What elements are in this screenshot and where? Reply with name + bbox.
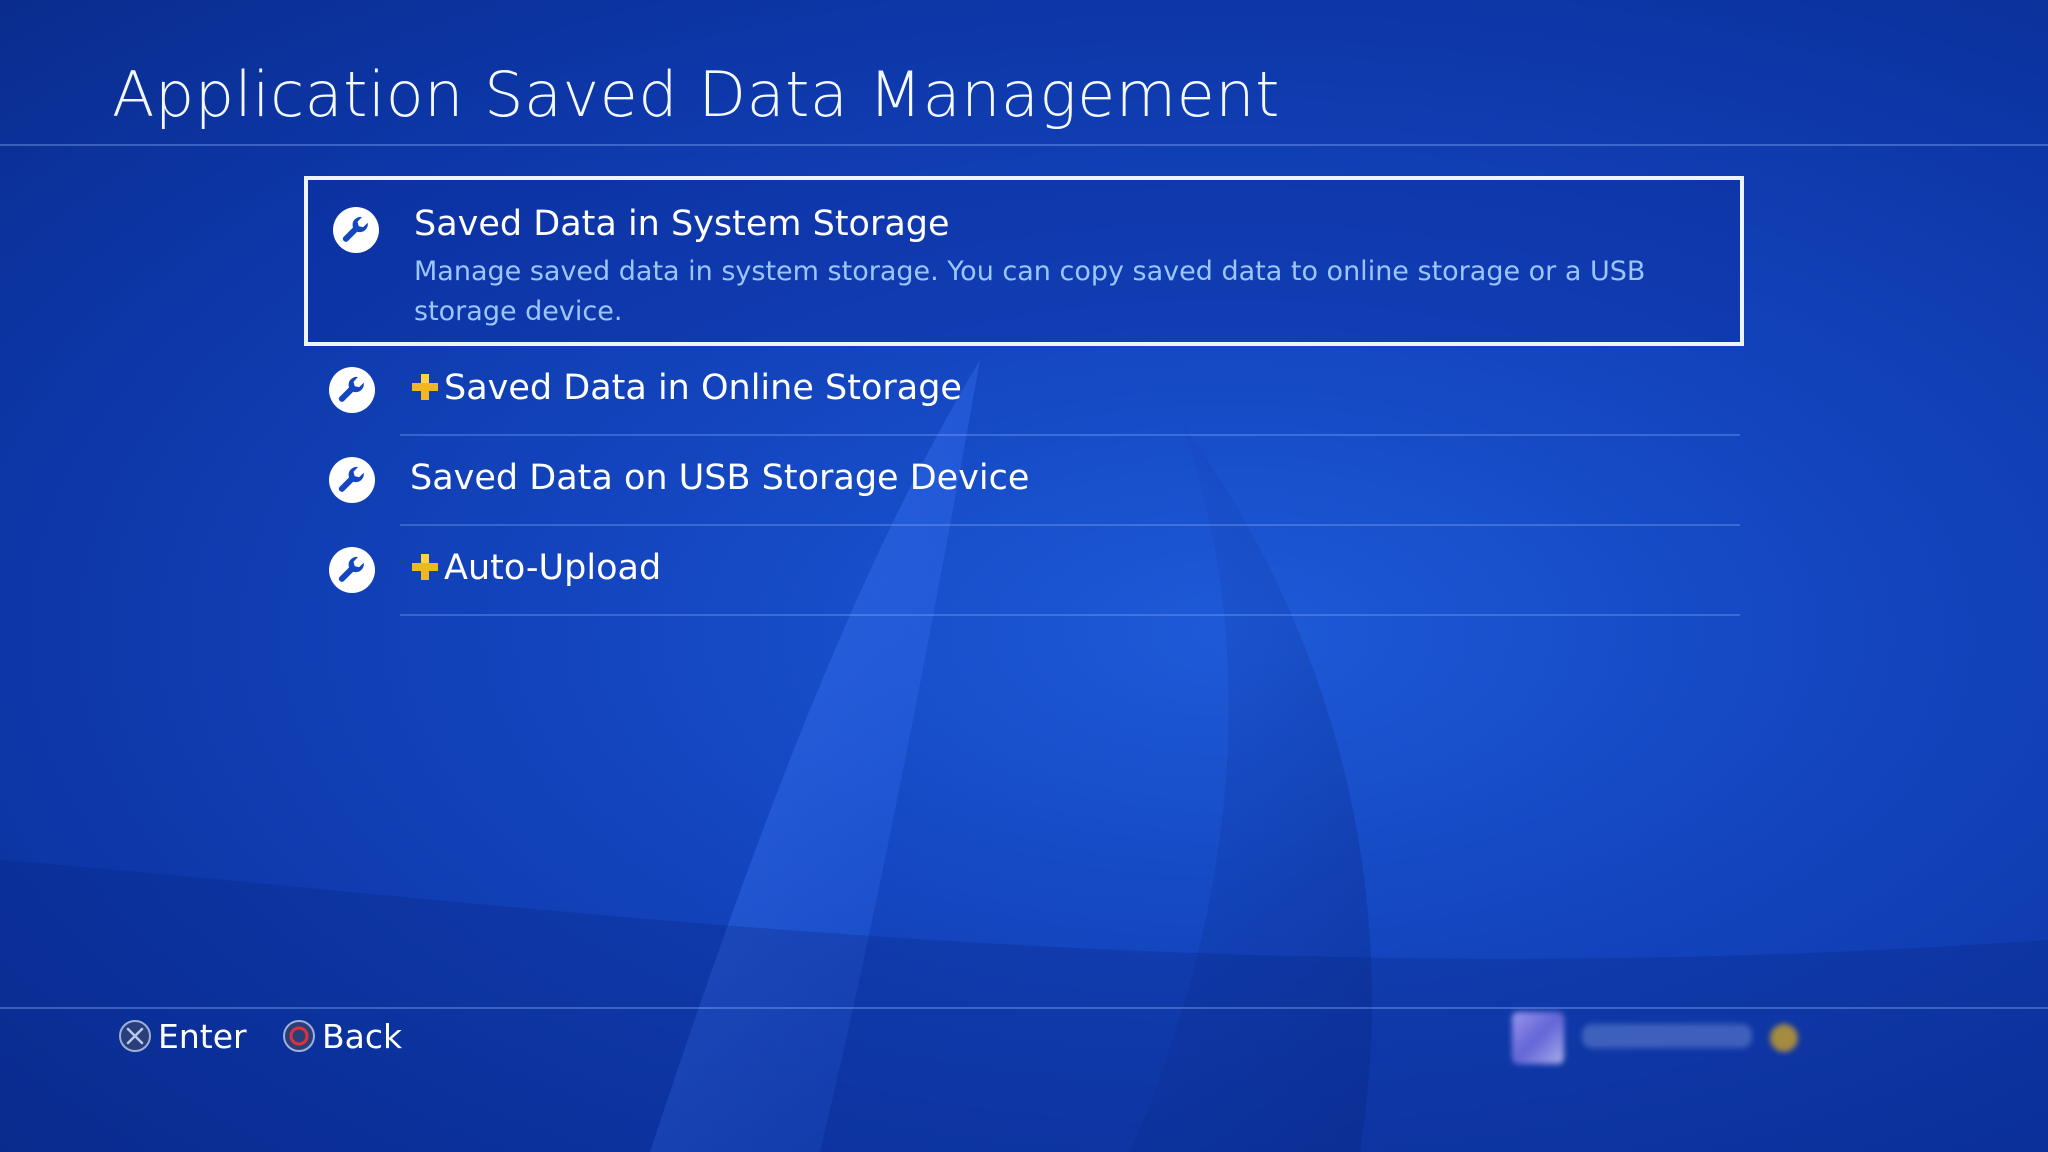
avatar bbox=[1512, 1012, 1564, 1064]
enter-label: Enter bbox=[158, 1016, 247, 1056]
footer-divider bbox=[0, 1007, 2048, 1009]
menu-item-label: Saved Data in System Storage bbox=[414, 204, 950, 244]
menu-item-description: Manage saved data in system storage. You… bbox=[414, 256, 1646, 327]
menu-divider bbox=[400, 614, 1740, 616]
menu-item-online-storage[interactable]: Saved Data in Online Storage bbox=[304, 346, 1744, 436]
back-label: Back bbox=[322, 1016, 403, 1056]
back-button[interactable]: Back bbox=[282, 1016, 402, 1056]
page-title: Application Saved Data Management bbox=[112, 58, 1280, 131]
menu-list: Saved Data in System Storage Manage save… bbox=[304, 176, 1744, 616]
wrench-icon bbox=[333, 207, 379, 253]
menu-item-label: Saved Data on USB Storage Device bbox=[410, 458, 1030, 498]
wrench-icon bbox=[329, 457, 375, 503]
menu-item-label-row: Saved Data in Online Storage bbox=[410, 368, 962, 408]
header-divider bbox=[0, 144, 2048, 146]
menu-item-system-storage[interactable]: Saved Data in System Storage Manage save… bbox=[304, 176, 1744, 346]
user-profile-area bbox=[1508, 1010, 1808, 1066]
wrench-icon bbox=[329, 367, 375, 413]
username-blurred bbox=[1582, 1024, 1752, 1048]
playstation-plus-icon bbox=[1770, 1024, 1798, 1052]
menu-item-usb-storage[interactable]: Saved Data on USB Storage Device bbox=[304, 436, 1744, 526]
cross-button-icon bbox=[119, 1020, 151, 1052]
enter-button[interactable]: Enter bbox=[118, 1016, 247, 1056]
menu-item-label-row: Auto-Upload bbox=[410, 548, 661, 588]
playstation-plus-icon bbox=[412, 554, 438, 580]
menu-item-label: Auto-Upload bbox=[444, 548, 662, 588]
circle-button-icon bbox=[283, 1020, 315, 1052]
menu-item-label: Saved Data in Online Storage bbox=[444, 368, 962, 408]
wrench-icon bbox=[329, 547, 375, 593]
playstation-plus-icon bbox=[412, 374, 438, 400]
menu-item-auto-upload[interactable]: Auto-Upload bbox=[304, 526, 1744, 616]
